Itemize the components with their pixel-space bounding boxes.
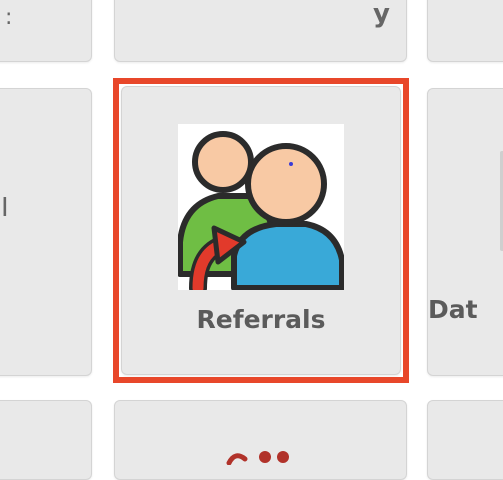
tile-top-middle-fragment: y — [373, 0, 390, 29]
referrals-label: Referrals — [196, 305, 326, 334]
tile-bottom-right[interactable] — [427, 400, 503, 480]
tile-top-left-fragment: : — [5, 5, 13, 30]
tile-top-left[interactable]: : — [0, 0, 92, 62]
tile-top-middle[interactable]: y — [114, 0, 407, 62]
tile-left-middle[interactable]: I — [0, 88, 92, 376]
tile-right-middle[interactable]: Dat — [427, 88, 503, 376]
tile-top-right[interactable] — [427, 0, 503, 62]
tile-bottom-middle-icon-fragment — [225, 445, 305, 466]
tile-bottom-middle[interactable] — [114, 400, 407, 480]
tile-bottom-left[interactable] — [0, 400, 92, 480]
tile-left-middle-label: I — [1, 193, 9, 223]
referrals-tile[interactable]: Referrals — [121, 86, 401, 375]
referrals-users-arrow-icon — [177, 124, 345, 297]
tile-right-middle-label: Dat — [428, 295, 478, 324]
